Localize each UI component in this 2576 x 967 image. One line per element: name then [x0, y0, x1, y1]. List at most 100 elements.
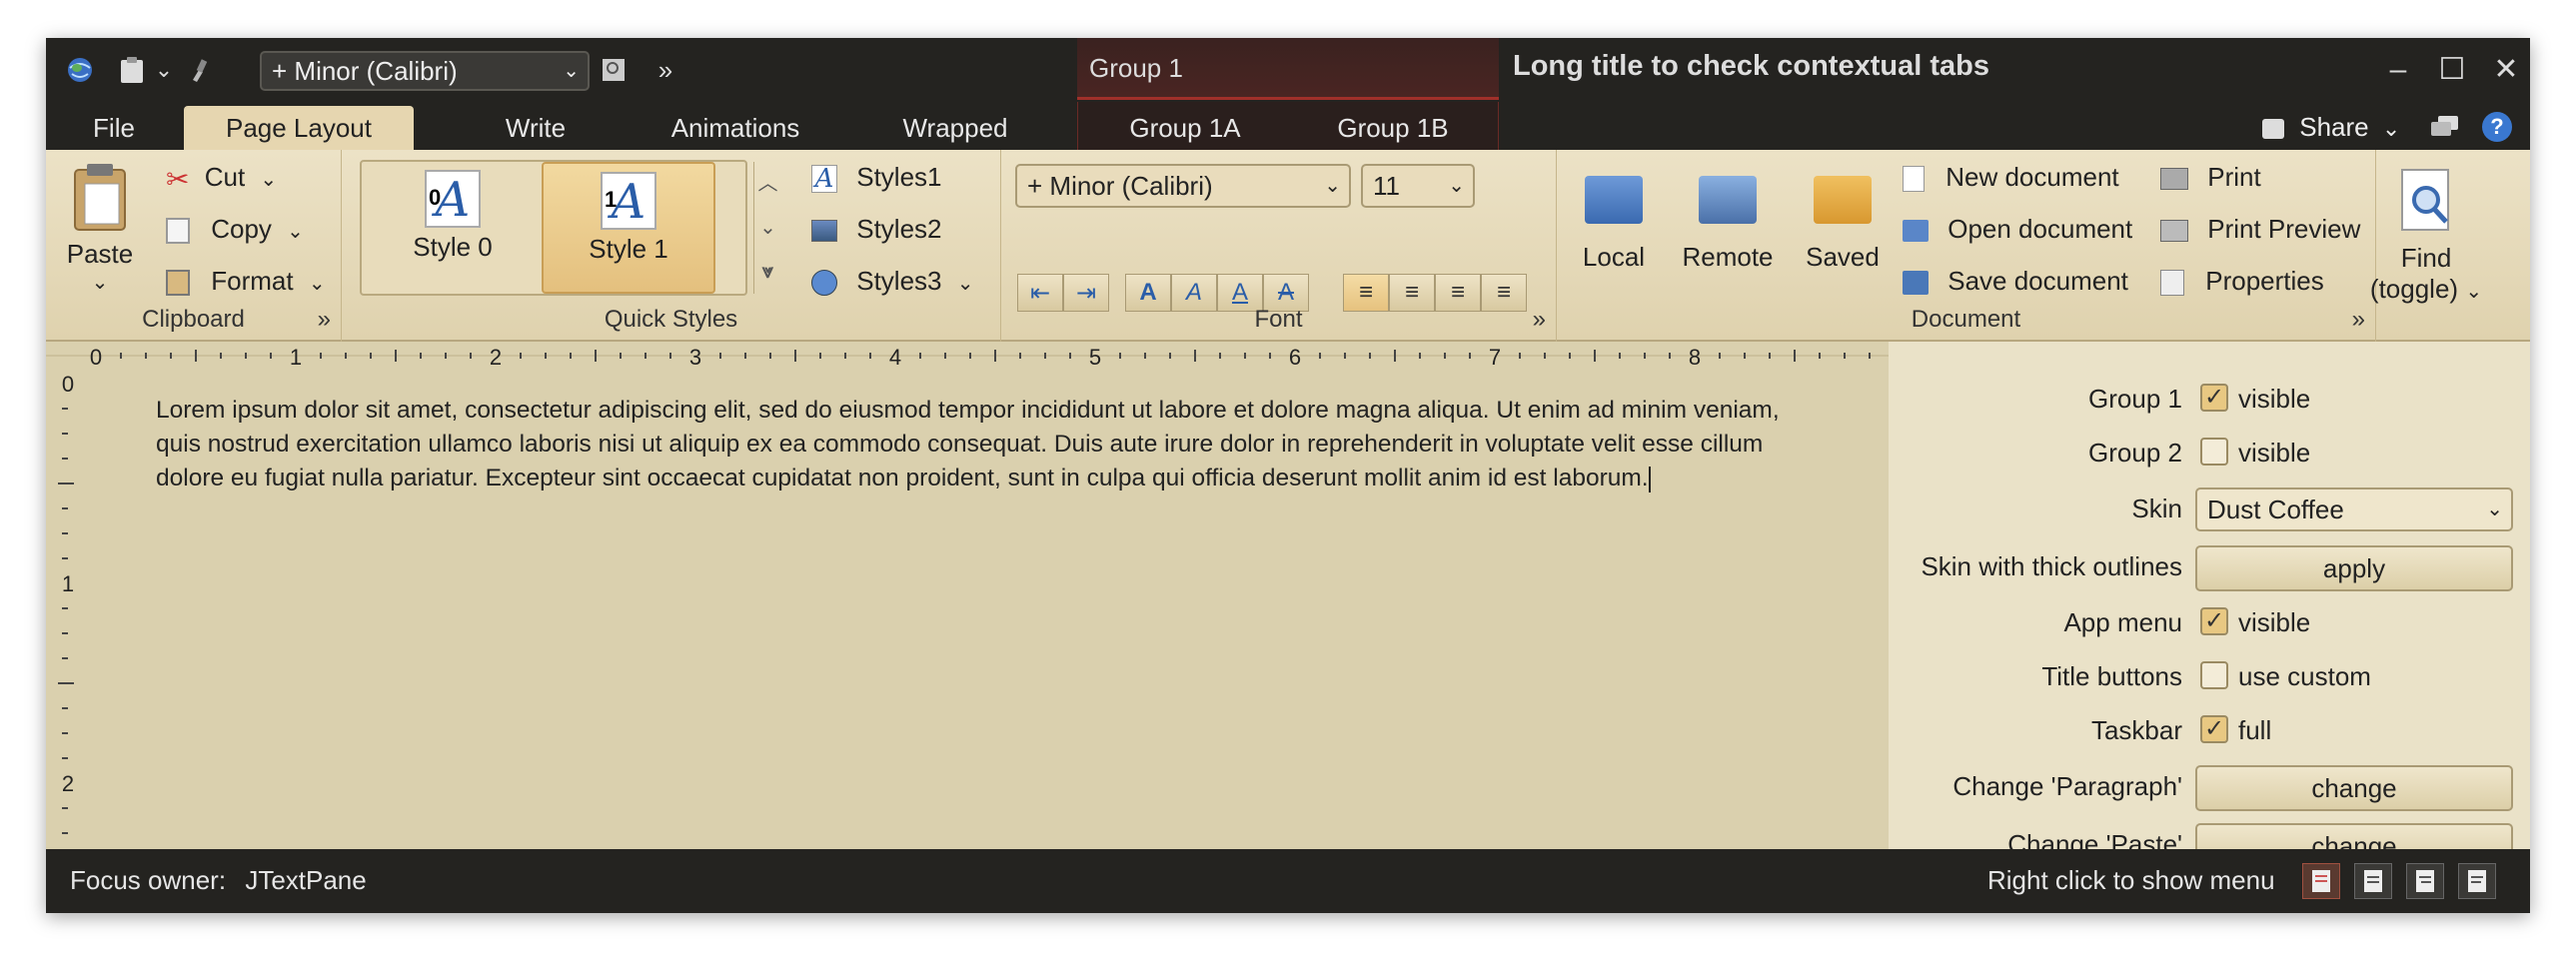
styles2-button[interactable]: Styles2 [811, 214, 942, 245]
properties-label: Properties [2205, 266, 2324, 296]
apply-button[interactable]: apply [2195, 545, 2513, 591]
close-icon[interactable]: ✕ [2488, 52, 2524, 88]
local-button[interactable]: Local [1567, 162, 1661, 273]
font-expand-icon[interactable]: » [1533, 306, 1546, 334]
printer-icon [2160, 168, 2188, 191]
styles2-label: Styles2 [856, 214, 942, 244]
maximize-icon[interactable]: ☐ [2434, 52, 2470, 88]
skin-combo[interactable]: Dust Coffee ⌄ [2195, 487, 2513, 531]
style-1-item[interactable]: A1 Style 1 [542, 162, 715, 294]
title-buttons-checkbox[interactable] [2200, 661, 2228, 689]
style-1-glyph: A1 [601, 172, 656, 230]
group-1-checkbox[interactable]: ✓ [2200, 384, 2228, 412]
app-menu-checkbox[interactable]: ✓ [2200, 607, 2228, 635]
style-0-item[interactable]: A0 Style 0 [366, 162, 540, 294]
clipboard-band: Paste ⌄ ✂ Cut ⌄ Copy ⌄ Format ⌄ Clipboar… [46, 150, 342, 342]
lock-icon [2262, 119, 2284, 140]
document-expand-icon[interactable]: » [2352, 306, 2365, 334]
view-print-layout-icon[interactable] [2302, 863, 2340, 899]
app-menu-check-label[interactable]: visible [2238, 607, 2310, 638]
text-pane[interactable]: Lorem ipsum dolor sit amet, consectetur … [156, 394, 1795, 495]
group-1-check-label[interactable]: visible [2238, 384, 2310, 415]
share-label: Share [2299, 112, 2369, 142]
view-web-layout-icon[interactable] [2354, 863, 2392, 899]
find-small-icon[interactable] [598, 54, 630, 86]
new-document-button[interactable]: New document [1903, 162, 2119, 193]
taskbar-check-label[interactable]: full [2238, 715, 2271, 746]
application-window: ⌄ + Minor (Calibri) ⌄ » Group 1 Long tit… [46, 38, 2530, 913]
ruler-label: 7 [1489, 345, 1501, 370]
group-2-check-label[interactable]: visible [2238, 438, 2310, 469]
change-paragraph-button[interactable]: change [2195, 765, 2513, 811]
focus-owner-value: JTextPane [245, 865, 367, 895]
taskbar-checkbox[interactable]: ✓ [2200, 715, 2228, 743]
print-preview-button[interactable]: Print Preview [2160, 214, 2360, 245]
tab-wrapped[interactable]: Wrapped [865, 106, 1045, 150]
print-button[interactable]: Print [2160, 162, 2261, 193]
overflow-chevron-icon[interactable]: » [649, 54, 681, 86]
find-toggle-label: (toggle) [2369, 274, 2459, 304]
ruler-label: 2 [62, 771, 74, 796]
group-2-checkbox[interactable] [2200, 438, 2228, 466]
format-painter-icon [166, 270, 190, 297]
quick-access-font-combo[interactable]: + Minor (Calibri) ⌄ [260, 51, 590, 91]
font-family-combo[interactable]: + Minor (Calibri) ⌄ [1015, 164, 1351, 208]
focus-owner: Focus owner: JTextPane [70, 865, 367, 896]
app-menu-globe-icon[interactable] [64, 54, 96, 86]
group-2-label: Group 2 [2088, 438, 2182, 468]
quick-access-dropdown-icon[interactable]: ⌄ [148, 54, 180, 86]
cut-button[interactable]: ✂ Cut ⌄ [166, 162, 277, 196]
title-buttons-label: Title buttons [2041, 661, 2182, 691]
styles1-button[interactable]: A Styles1 [811, 162, 942, 194]
brush-icon[interactable] [184, 54, 216, 86]
font-size-combo[interactable]: 11 ⌄ [1361, 164, 1475, 208]
tab-group-1a[interactable]: Group 1A [1085, 102, 1285, 150]
scissors-icon: ✂ [166, 163, 190, 195]
open-folder-icon [1903, 220, 1929, 243]
minimize-icon[interactable]: – [2380, 52, 2416, 88]
save-document-button[interactable]: Save document [1903, 266, 2128, 297]
view-outline-icon[interactable] [2406, 863, 2444, 899]
view-draft-icon[interactable] [2458, 863, 2496, 899]
copy-button[interactable]: Copy ⌄ [166, 214, 304, 245]
tab-group-1b[interactable]: Group 1B [1293, 102, 1493, 150]
open-document-button[interactable]: Open document [1903, 214, 2132, 245]
properties-button[interactable]: Properties [2160, 266, 2324, 297]
change-paste-button[interactable]: change [2195, 823, 2513, 849]
clipboard-icon[interactable] [116, 54, 148, 86]
tab-write[interactable]: Write [466, 106, 606, 150]
comments-icon[interactable] [2430, 114, 2460, 145]
tab-file[interactable]: File [66, 106, 162, 150]
chevron-down-icon: ⌄ [2486, 498, 2503, 520]
status-hint: Right click to show menu [1987, 865, 2275, 895]
document-band: Local Remote Saved New document Open doc… [1557, 150, 2376, 342]
open-document-label: Open document [1947, 214, 2133, 244]
title-buttons-check-label[interactable]: use custom [2238, 661, 2371, 692]
paste-button[interactable]: Paste ⌄ [60, 162, 140, 295]
format-button[interactable]: Format ⌄ [166, 266, 326, 297]
style-0-glyph: A0 [425, 170, 481, 228]
tab-animations[interactable]: Animations [636, 106, 835, 150]
remote-button[interactable]: Remote [1669, 162, 1787, 273]
gallery-expand-icon[interactable]: ⩔ [754, 250, 781, 294]
new-document-icon [1903, 166, 1925, 193]
share-button[interactable]: Share ⌄ [2262, 112, 2400, 143]
thick-outlines-label: Skin with thick outlines [1921, 551, 2182, 581]
find-toggle-button[interactable]: Find (toggle) ⌄ [2344, 166, 2508, 305]
skin-value: Dust Coffee [2207, 494, 2344, 524]
chevron-down-icon[interactable]: ⌄ [754, 206, 781, 250]
style-1-number: 1 [605, 187, 618, 212]
cut-label: Cut [204, 162, 246, 192]
styles3-button[interactable]: Styles3 ⌄ [811, 266, 974, 297]
clipboard-expand-icon[interactable]: » [318, 306, 331, 334]
tab-page-layout[interactable]: Page Layout [184, 106, 414, 150]
font-size-value: 11 [1373, 171, 1400, 201]
gallery-scroller[interactable]: ︿ ⌄ ⩔ [753, 162, 781, 294]
saved-button[interactable]: Saved [1793, 162, 1893, 273]
taskbar-label: Taskbar [2090, 715, 2182, 745]
chevron-up-icon[interactable]: ︿ [754, 162, 781, 206]
help-icon[interactable]: ? [2482, 112, 2512, 142]
print-preview-label: Print Preview [2207, 214, 2361, 244]
ruler-label: 3 [689, 345, 701, 370]
style-0-label: Style 0 [413, 232, 493, 262]
